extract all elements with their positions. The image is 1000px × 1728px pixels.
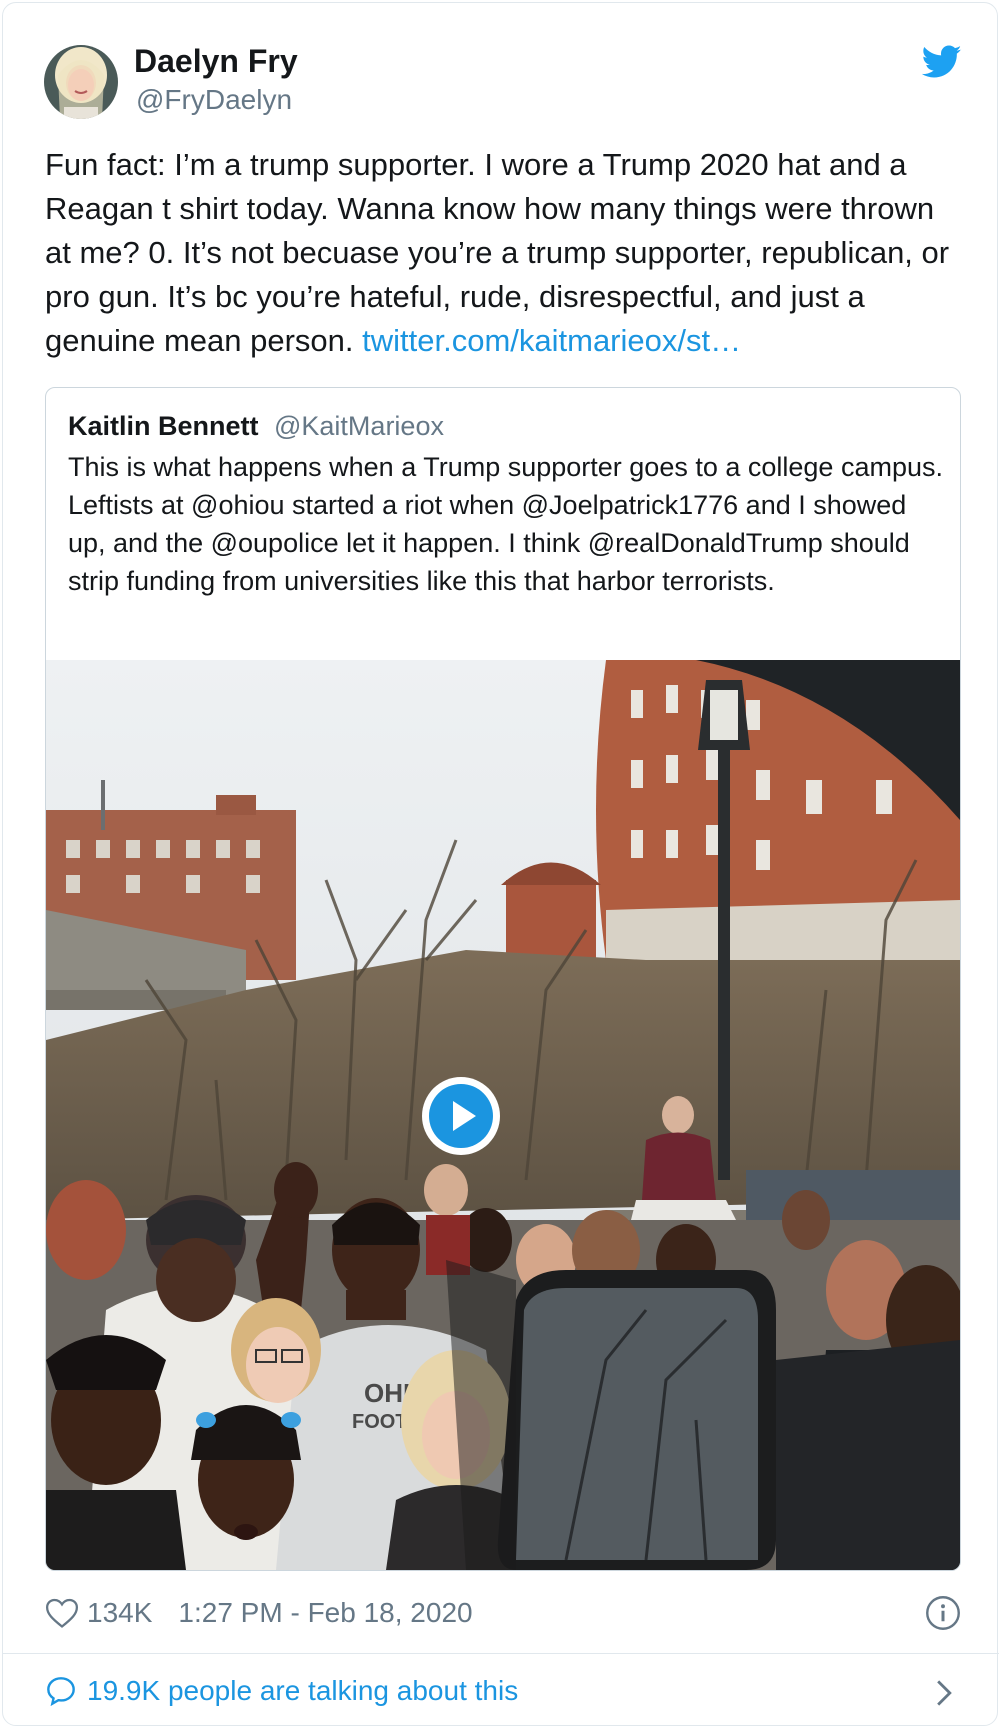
chevron-right-icon[interactable] — [933, 1679, 955, 1707]
footer-divider — [3, 1653, 999, 1654]
heart-icon[interactable] — [45, 1597, 79, 1629]
quoted-tweet-text: This is what happens when a Trump suppor… — [68, 452, 943, 596]
quoted-author-handle[interactable]: @KaitMarieox — [274, 408, 444, 444]
conversation-link[interactable]: 19.9K people are talking about this — [45, 1671, 518, 1711]
twitter-bird-icon[interactable] — [922, 45, 962, 79]
tweet-timestamp[interactable]: 1:27 PM - Feb 18, 2020 — [178, 1597, 472, 1629]
tweet-footer: 134K 1:27 PM - Feb 18, 2020 — [45, 1593, 473, 1633]
author-name[interactable]: Daelyn Fry — [134, 41, 298, 81]
author-avatar[interactable] — [44, 45, 118, 119]
conversation-count[interactable]: 19.9K people are talking about this — [87, 1675, 518, 1707]
speech-bubble-icon — [47, 1677, 75, 1707]
tweet-link[interactable]: twitter.com/kaitmarieox/st… — [362, 323, 741, 358]
quoted-author-name[interactable]: Kaitlin Bennett — [68, 408, 259, 444]
quoted-tweet[interactable]: Kaitlin Bennett @KaitMarieox This is wha… — [45, 387, 961, 1571]
like-count[interactable]: 134K — [87, 1597, 152, 1629]
tweet-card: Daelyn Fry @FryDaelyn Fun fact: I’m a tr… — [2, 2, 999, 1726]
video-thumbnail[interactable]: OHIO FOOTBALL — [46, 660, 960, 1570]
info-icon[interactable] — [925, 1595, 961, 1631]
author-handle[interactable]: @FryDaelyn — [136, 83, 292, 117]
tweet-text: Fun fact: I’m a trump supporter. I wore … — [45, 143, 965, 363]
play-icon[interactable] — [420, 1075, 502, 1157]
